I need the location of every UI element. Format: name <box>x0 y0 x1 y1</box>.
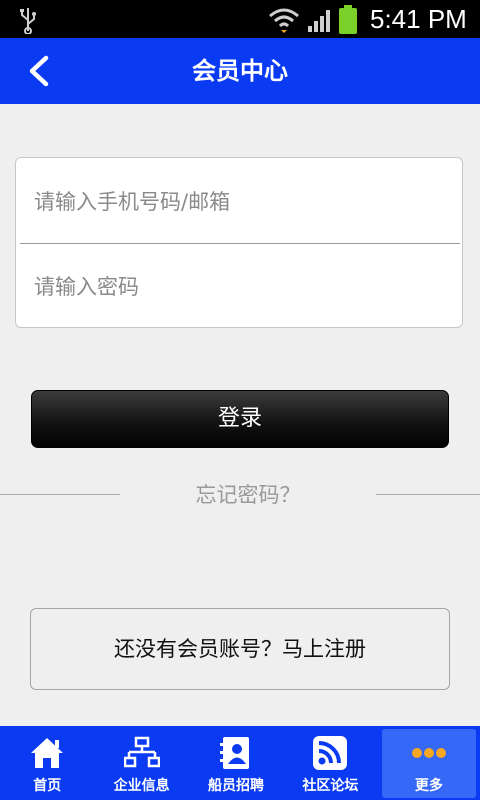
home-icon <box>31 738 64 768</box>
more-icon <box>411 748 446 758</box>
login-form: 请输入手机号码/邮箱 请输入密码 <box>15 157 463 328</box>
contacts-icon <box>220 737 250 769</box>
signal-strength-icon <box>308 10 330 32</box>
status-bar: 5:41 PM <box>0 0 480 38</box>
wifi-icon <box>269 8 299 33</box>
rss-icon <box>313 736 348 770</box>
forgot-password-link[interactable]: 忘记密码？ <box>120 478 376 512</box>
tab-home-label: 首页 <box>33 778 62 794</box>
battery-icon <box>339 5 357 34</box>
password-input[interactable]: 请输入密码 <box>16 243 462 328</box>
usb-icon <box>20 8 36 34</box>
account-input[interactable]: 请输入手机号码/邮箱 <box>16 158 462 243</box>
login-button[interactable]: 登录 <box>31 390 449 448</box>
tab-more[interactable]: 更多 <box>381 729 477 798</box>
tab-crew-recruitment-label: 船员招聘 <box>208 778 265 794</box>
app-header: 会员中心 <box>0 38 480 104</box>
page-title: 会员中心 <box>192 57 288 85</box>
bottom-tab-bar: 首页 企业信息 船员招聘 社区论坛 更多 <box>0 726 480 800</box>
tab-more-label: 更多 <box>414 778 443 794</box>
back-arrow-icon[interactable] <box>24 54 58 88</box>
forgot-divider-right <box>376 494 480 495</box>
account-input-placeholder: 请输入手机号码/邮箱 <box>34 189 231 214</box>
org-chart-icon <box>123 736 160 768</box>
tab-company-info[interactable]: 企业信息 <box>94 726 188 800</box>
forgot-divider-left <box>0 494 120 495</box>
tab-community-forum[interactable]: 社区论坛 <box>283 726 377 800</box>
tab-community-forum-label: 社区论坛 <box>302 778 359 794</box>
tab-crew-recruitment[interactable]: 船员招聘 <box>189 726 283 800</box>
password-input-placeholder: 请输入密码 <box>34 274 139 299</box>
tab-company-info-label: 企业信息 <box>113 778 170 794</box>
status-time: 5:41 PM <box>370 4 467 34</box>
register-button[interactable]: 还没有会员账号？马上注册 <box>30 608 450 690</box>
tab-home[interactable]: 首页 <box>0 726 94 800</box>
